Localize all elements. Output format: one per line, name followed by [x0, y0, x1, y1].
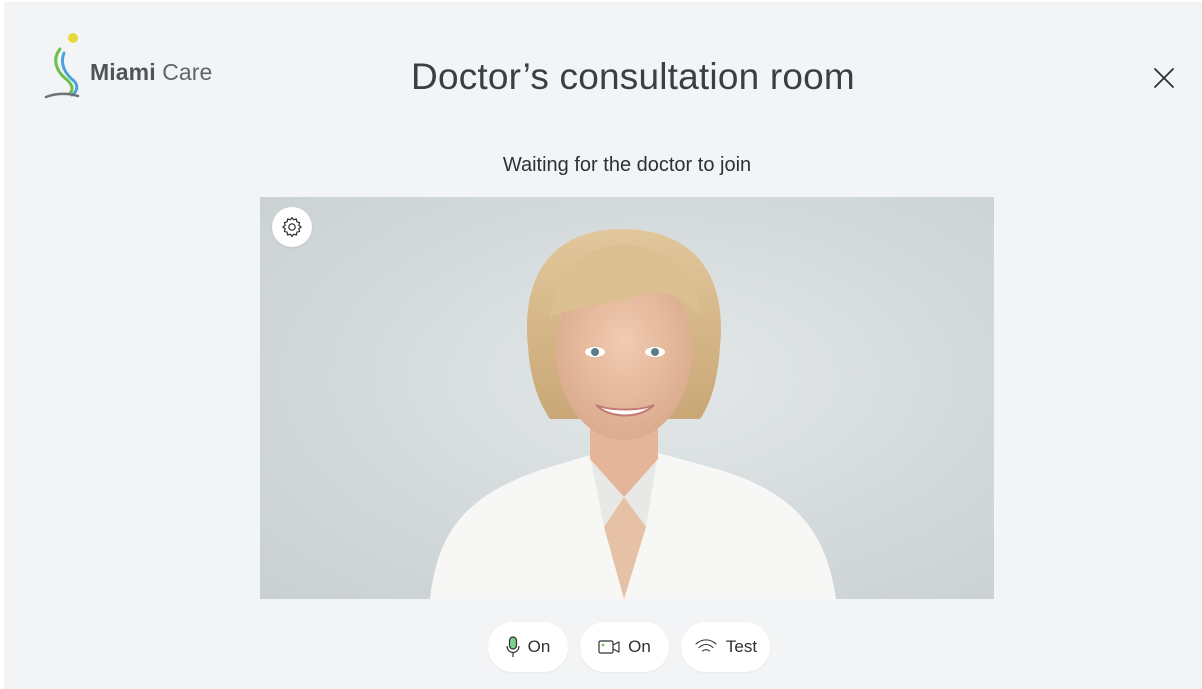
gear-icon — [282, 216, 302, 238]
self-view-video — [260, 197, 994, 599]
camera-icon — [598, 640, 620, 654]
self-view-person-image — [430, 229, 836, 599]
microphone-toggle-button[interactable]: On — [488, 622, 568, 672]
camera-toggle-button[interactable]: On — [580, 622, 669, 672]
network-test-button[interactable]: Test — [681, 622, 770, 672]
microphone-status-label: On — [527, 637, 551, 656]
close-icon — [1154, 68, 1174, 88]
wifi-icon — [695, 639, 717, 652]
close-button[interactable] — [1150, 64, 1178, 92]
waiting-status: Waiting for the doctor to join — [502, 154, 752, 176]
consultation-window: Miami Care Doctor’s consultation room Wa… — [4, 2, 1202, 689]
settings-button[interactable] — [272, 207, 312, 247]
page-title: Doctor’s consultation room — [411, 56, 855, 97]
camera-status-label: On — [628, 637, 651, 656]
network-test-label: Test — [725, 637, 758, 656]
call-controls: On On Test — [488, 622, 770, 672]
microphone-icon — [506, 636, 520, 657]
